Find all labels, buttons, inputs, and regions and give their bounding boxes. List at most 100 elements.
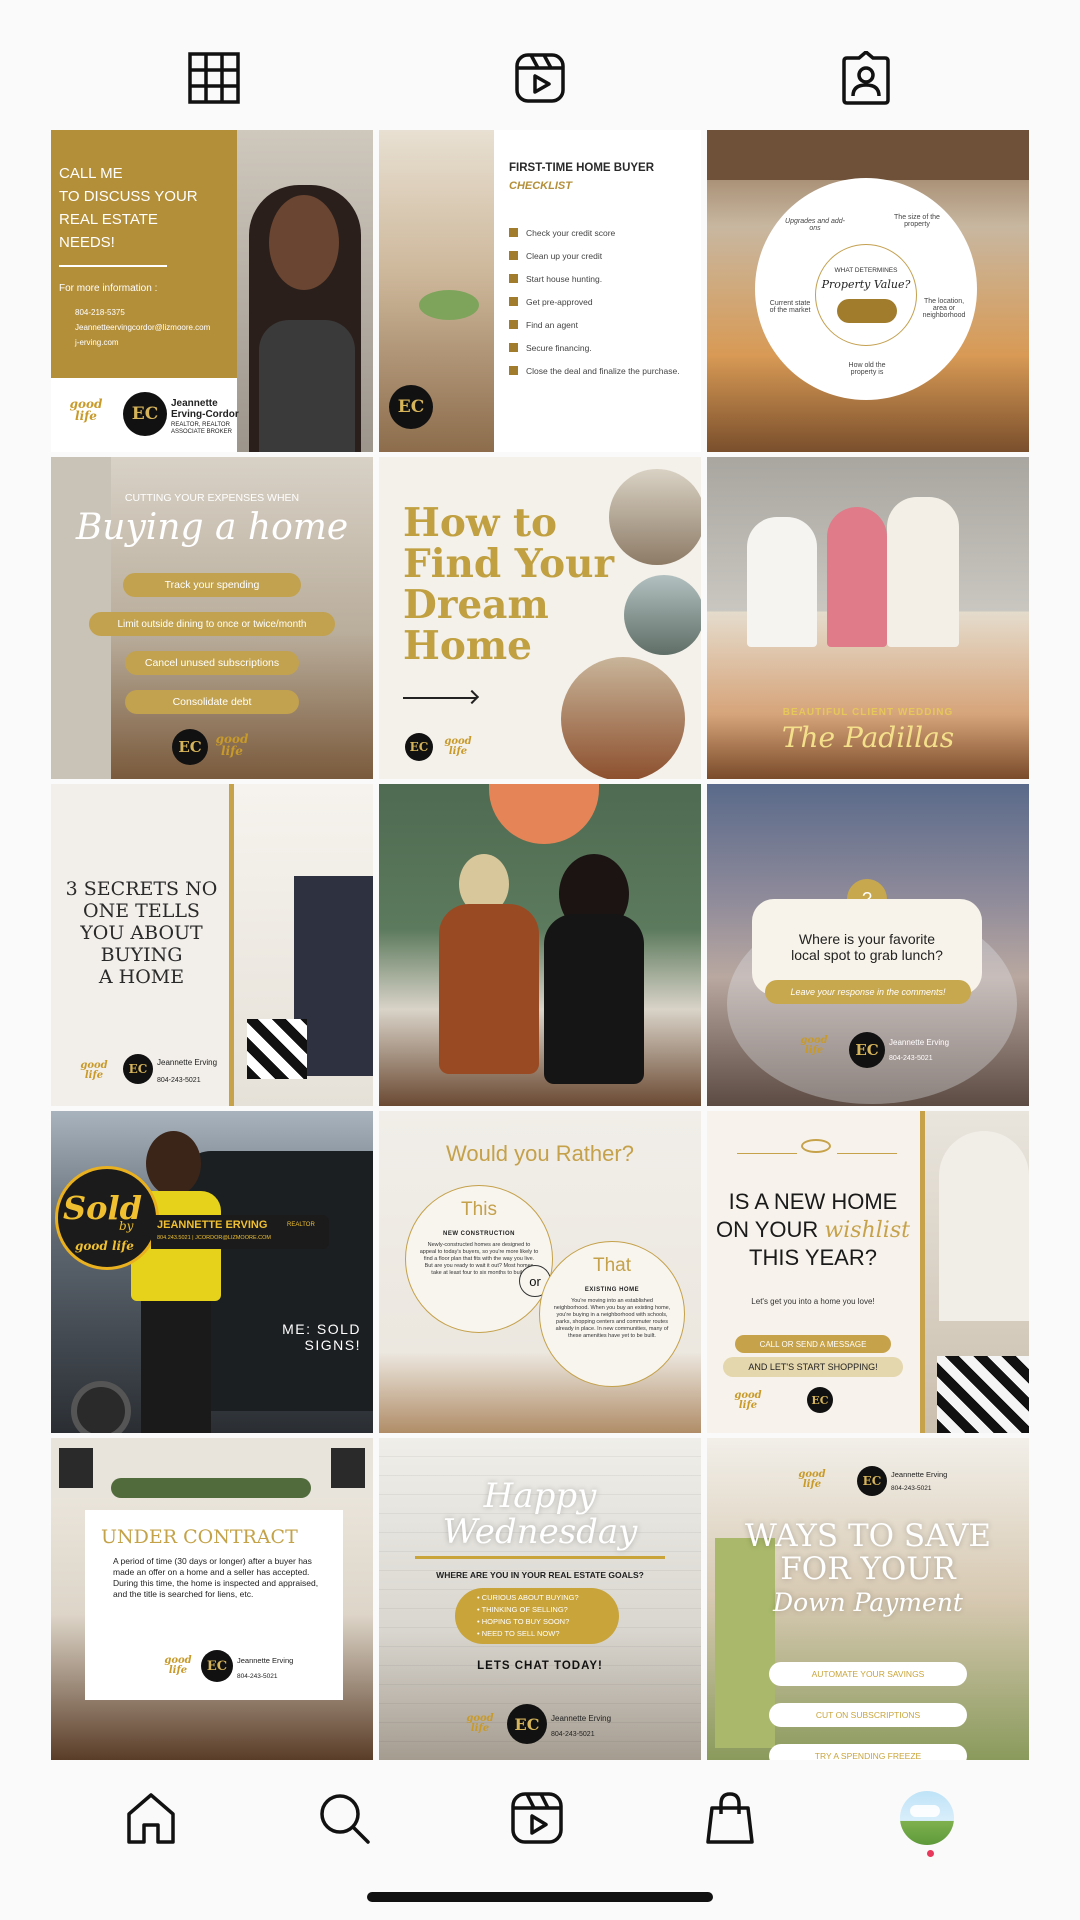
grid-icon: [188, 52, 240, 104]
that-body: You're moving into an established neighb…: [553, 1298, 671, 1339]
agent-name: Jeannette Erving: [891, 1470, 948, 1479]
ec-logo: EC: [201, 1650, 233, 1682]
good-life-logo: good life: [798, 1469, 826, 1490]
post-tile[interactable]: CUTTING YOUR EXPENSES WHEN Buying a home…: [51, 457, 373, 779]
ec-logo: EC: [405, 733, 433, 761]
tip-pill: Limit outside dining to once or twice/mo…: [89, 612, 335, 636]
brand-text: good life: [75, 1239, 134, 1253]
checklist-item: Start house hunting.: [509, 274, 694, 297]
wheel-center-title: Property Value?: [821, 278, 911, 291]
that-title: That: [592, 1255, 632, 1276]
post-tile[interactable]: CALL ME TO DISCUSS YOUR REAL ESTATE NEED…: [51, 130, 373, 452]
post-title-line2: ON YOUR wishlist: [716, 1217, 910, 1243]
post-tile[interactable]: BEAUTIFUL CLIENT WEDDING The Padillas: [707, 457, 1029, 779]
posts-grid: CALL ME TO DISCUSS YOUR REAL ESTATE NEED…: [51, 130, 1029, 1762]
goal-item: • NEED TO SELL NOW?: [477, 1629, 560, 1638]
more-info-label: For more information :: [59, 283, 158, 294]
post-script: Down Payment: [773, 1588, 963, 1617]
nav-search[interactable]: [314, 1788, 374, 1848]
grid-tab[interactable]: [186, 50, 242, 106]
shop-icon: [706, 1792, 754, 1844]
ec-logo: EC: [123, 392, 167, 436]
agent-name: Jeannette Erving: [889, 1038, 950, 1047]
nav-reels[interactable]: [507, 1788, 567, 1848]
cta-pill: CALL OR SEND A MESSAGE: [735, 1335, 891, 1353]
search-icon: [320, 1794, 370, 1844]
post-tile[interactable]: UNDER CONTRACT A period of time (30 days…: [51, 1438, 373, 1760]
agent-name: Jeannette Erving: [237, 1656, 294, 1665]
post-title: CALL ME TO DISCUSS YOUR REAL ESTATE NEED…: [59, 165, 198, 251]
wheel-segment: Upgrades and add-ons: [785, 218, 845, 232]
tip-pill: AUTOMATE YOUR SAVINGS: [769, 1662, 967, 1686]
wheel-segment: The location, area or neighborhood: [922, 298, 966, 319]
agent-phone: 804-243-5021: [237, 1673, 278, 1680]
banner-text: JEANNETTE ERVING: [157, 1219, 268, 1231]
post-tile[interactable]: 3 SECRETS NO ONE TELLS YOU ABOUT BUYING …: [51, 784, 373, 1106]
wheel-center: [815, 244, 917, 346]
tagged-icon: [842, 51, 890, 105]
ec-logo: EC: [807, 1387, 833, 1413]
question-text: Where is your favorite local spot to gra…: [791, 931, 943, 963]
checklist-title: FIRST-TIME HOME BUYER: [509, 162, 655, 174]
agent-phone: 804-243-5021: [889, 1055, 933, 1062]
post-tile[interactable]: IS A NEW HOME ON YOUR wishlist THIS YEAR…: [707, 1111, 1029, 1433]
goal-item: • CURIOUS ABOUT BUYING?: [477, 1593, 579, 1602]
post-tile[interactable]: EC FIRST-TIME HOME BUYER CHECKLIST Check…: [379, 130, 701, 452]
tip-pill: Consolidate debt: [125, 690, 299, 714]
goal-item: • HOPING TO BUY SOON?: [477, 1617, 570, 1626]
home-indicator: [367, 1892, 713, 1902]
good-life-logo: good life: [734, 1390, 762, 1411]
tagged-tab[interactable]: [838, 50, 894, 106]
post-title: Happy Wednesday: [442, 1476, 638, 1552]
checklist-subtitle: CHECKLIST: [509, 180, 572, 192]
post-tile[interactable]: Sold by good life JEANNETTE ERVING REALT…: [51, 1111, 373, 1433]
ec-logo-badge: [837, 299, 897, 323]
checklist-item: Clean up your credit: [509, 251, 694, 274]
post-title: Would you Rather?: [446, 1141, 634, 1166]
good-life-logo: good life: [466, 1713, 494, 1734]
post-tile[interactable]: ? Where is your favorite local spot to g…: [707, 784, 1029, 1106]
post-tile[interactable]: [379, 784, 701, 1106]
ec-logo: EC: [849, 1032, 885, 1068]
post-cta: LETS CHAT TODAY!: [477, 1660, 603, 1672]
wheel-segment: How old the property is: [848, 362, 886, 376]
reels-icon: [511, 1792, 563, 1844]
agent-phone: 804-243-5021: [551, 1731, 595, 1738]
checklist-item: Secure financing.: [509, 343, 694, 366]
post-title: WAYS TO SAVE FOR YOUR: [744, 1518, 992, 1587]
ec-logo: EC: [123, 1054, 153, 1084]
reels-tab[interactable]: [512, 50, 568, 106]
good-life-logo: good life: [444, 736, 472, 757]
reels-icon: [515, 53, 565, 103]
divider: [59, 265, 167, 267]
checklist-item: Find an agent: [509, 320, 694, 343]
ec-logo: EC: [389, 385, 433, 429]
post-tile[interactable]: good life EC Jeannette Erving 804-243-502…: [707, 1438, 1029, 1760]
agent-name: Jeannette Erving-Cordor: [171, 398, 239, 420]
wheel-center-kicker: WHAT DETERMINES: [834, 267, 898, 274]
post-tile[interactable]: How to Find Your Dream Home EC good life: [379, 457, 701, 779]
goal-item: • THINKING OF SELLING?: [477, 1605, 568, 1614]
good-life-logo: good life: [800, 1035, 828, 1056]
wheel-segment: The size of the property: [894, 214, 940, 228]
tip-pill: Track your spending: [123, 573, 301, 597]
sold-by-text: by: [119, 1219, 134, 1233]
nav-profile[interactable]: [897, 1788, 957, 1848]
post-title-line1: IS A NEW HOME: [728, 1189, 898, 1214]
post-title: 3 SECRETS NO ONE TELLS YOU ABOUT BUYING …: [65, 878, 218, 988]
nav-home[interactable]: [121, 1788, 181, 1848]
post-tile[interactable]: Upgrades and add-ons The size of the pro…: [707, 130, 1029, 452]
banner-suffix: REALTOR: [287, 1222, 315, 1228]
tip-pill: Cancel unused subscriptions: [125, 651, 299, 675]
checklist-item: Close the deal and finalize the purchase…: [509, 366, 694, 396]
nav-shop[interactable]: [700, 1788, 760, 1848]
website-text: j-erving.com: [75, 338, 119, 347]
post-tile[interactable]: Would you Rather? This NEW CONSTRUCTION …: [379, 1111, 701, 1433]
agent-subtitle: REALTOR, REALTOR ASSOCIATE BROKER: [171, 422, 232, 435]
good-life-logo: good life: [80, 1060, 108, 1081]
banner-sub: 804.243.5021 | JCORDOR@LIZMOORE.COM: [157, 1235, 271, 1241]
agent-name: Jeannette Erving: [551, 1714, 612, 1723]
post-title: Buying a home: [75, 507, 349, 548]
checklist-item: Get pre-approved: [509, 297, 694, 320]
post-tile[interactable]: Happy Wednesday WHERE ARE YOU IN YOUR RE…: [379, 1438, 701, 1760]
